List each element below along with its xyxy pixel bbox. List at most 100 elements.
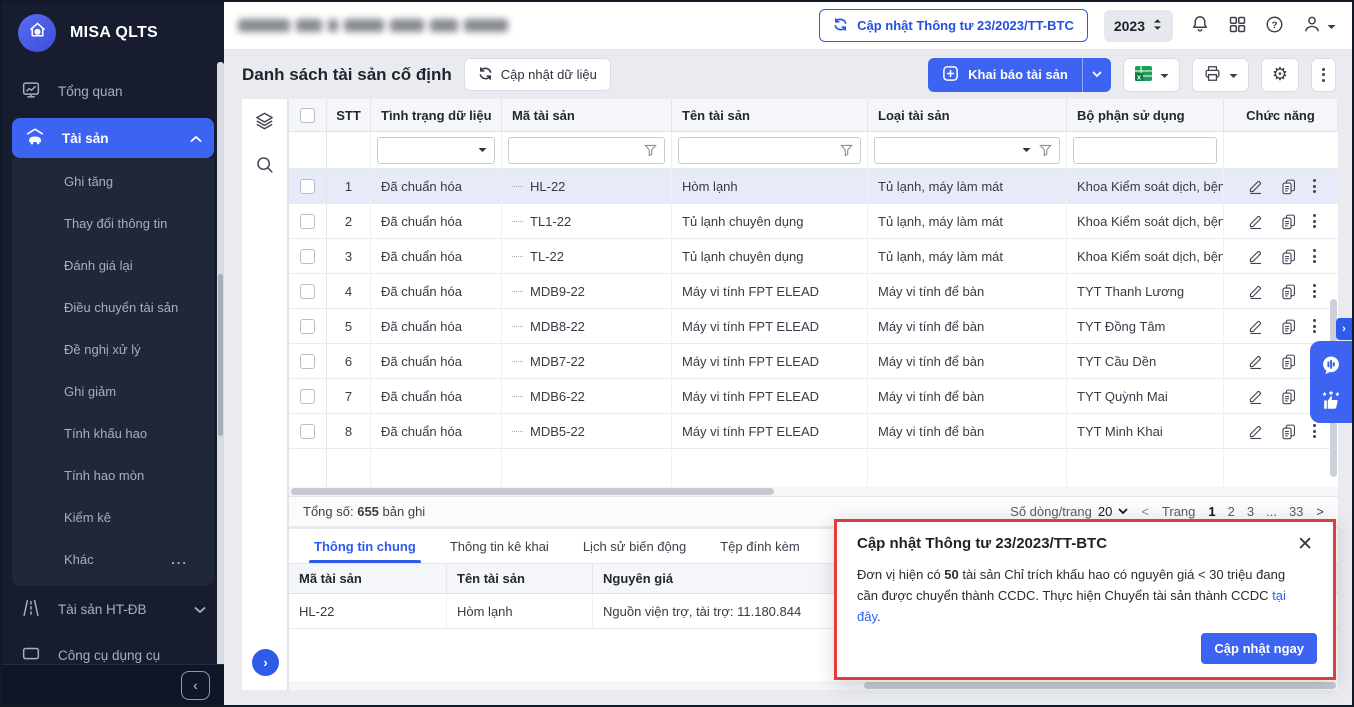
submenu-item[interactable]: Tính khấu hao [12,412,214,454]
export-excel-button[interactable]: x [1123,58,1180,92]
page-number[interactable]: 33 [1289,504,1303,519]
col-type[interactable]: Loại tài sản [868,99,1067,131]
detail-tab[interactable]: Lịch sử biến động [566,529,703,563]
col-name[interactable]: Tên tài sản [672,99,868,131]
row-checkbox[interactable] [289,309,327,343]
table-row[interactable]: 2 Đã chuẩn hóa TL1-22 Tủ lạnh chuyên dụn… [289,204,1338,239]
submenu-item[interactable]: Điều chuyển tài sản [12,286,214,328]
row-checkbox[interactable] [289,379,327,413]
declare-asset-dropdown[interactable] [1082,58,1111,92]
expand-panel-button[interactable]: › [252,649,279,676]
row-more-icon[interactable] [1313,214,1316,228]
row-more-icon[interactable] [1313,249,1316,263]
row-more-icon[interactable] [1313,179,1316,193]
sidebar-scrollbar[interactable] [217,62,224,685]
row-checkbox[interactable] [289,274,327,308]
col-stt[interactable]: STT [327,99,371,131]
prev-page-button[interactable]: < [1141,504,1149,519]
detail-horizontal-scrollbar[interactable] [289,681,1338,690]
detail-tab[interactable]: Thông tin kê khai [433,529,566,563]
page-number[interactable]: 3 [1247,504,1254,519]
rating-stars-icon[interactable] [1320,389,1342,411]
duplicate-icon[interactable] [1280,353,1297,370]
search-icon[interactable] [254,154,276,176]
duplicate-icon[interactable] [1280,248,1297,265]
col-department[interactable]: Bộ phận sử dụng [1067,99,1224,131]
row-more-icon[interactable] [1313,424,1316,438]
apps-grid-button[interactable] [1227,14,1248,38]
row-checkbox[interactable] [289,414,327,448]
sidebar-collapse-button[interactable]: ‹ [181,671,210,700]
table-row[interactable]: 3 Đã chuẩn hóa TL-22 Tủ lạnh chuyên dụng… [289,239,1338,274]
row-type: Máy vi tính để bàn [868,309,1067,343]
detail-tab[interactable]: Thông tin chung [297,529,433,563]
duplicate-icon[interactable] [1280,318,1297,335]
page-number[interactable]: 1 [1208,504,1215,519]
row-checkbox[interactable] [289,169,327,203]
help-button[interactable]: ? [1264,14,1285,38]
edit-icon[interactable] [1247,423,1264,440]
submenu-item[interactable]: Đề nghị xử lý [12,328,214,370]
status-filter-select[interactable] [377,137,495,164]
type-filter-select[interactable] [874,137,1060,164]
settings-button[interactable]: ⚙ [1261,58,1299,92]
submenu-item[interactable]: Khác... [12,538,214,580]
edit-icon[interactable] [1247,283,1264,300]
notifications-button[interactable] [1189,13,1211,38]
submenu-item[interactable]: Kiểm kê [12,496,214,538]
department-filter-input[interactable] [1073,137,1217,164]
next-page-button[interactable]: > [1316,504,1324,519]
table-row[interactable]: 1 Đã chuẩn hóa HL-22 Hòm lạnh Tủ lạnh, m… [289,169,1338,204]
row-checkbox[interactable] [289,344,327,378]
close-icon[interactable]: ✕ [1297,535,1313,554]
duplicate-icon[interactable] [1280,283,1297,300]
detail-tab[interactable]: Tệp đính kèm [703,529,817,563]
submenu-item[interactable]: Thay đổi thông tin [12,202,214,244]
sidebar-item-overview[interactable]: Tổng quan [2,68,224,114]
table-horizontal-scrollbar[interactable] [289,487,1338,496]
code-filter-input[interactable] [508,137,665,164]
edit-icon[interactable] [1247,388,1264,405]
table-row[interactable]: 5 Đã chuẩn hóa MDB8-22 Máy vi tính FPT E… [289,309,1338,344]
duplicate-icon[interactable] [1280,388,1297,405]
duplicate-icon[interactable] [1280,213,1297,230]
row-checkbox[interactable] [289,239,327,273]
rows-per-page[interactable]: Số dòng/trang 20 [1010,504,1128,519]
submenu-item[interactable]: Đánh giá lại [12,244,214,286]
col-code[interactable]: Mã tài sản [502,99,672,131]
duplicate-icon[interactable] [1280,178,1297,195]
edit-icon[interactable] [1247,213,1264,230]
sidebar-item-assets[interactable]: Tài sản [12,118,214,158]
print-button[interactable] [1192,58,1249,92]
refresh-data-button[interactable]: Cập nhật dữ liệu [464,58,611,91]
side-drawer-toggle[interactable]: › [1336,318,1352,340]
layers-icon[interactable] [253,110,276,133]
chat-icon[interactable] [1320,354,1342,376]
edit-icon[interactable] [1247,248,1264,265]
row-checkbox[interactable] [289,204,327,238]
row-more-icon[interactable] [1313,319,1316,333]
submenu-item[interactable]: Tính hao mòn [12,454,214,496]
table-row[interactable]: 8 Đã chuẩn hóa MDB5-22 Máy vi tính FPT E… [289,414,1338,449]
declare-asset-button[interactable]: Khai báo tài sản [928,58,1082,92]
year-selector[interactable]: 2023 [1104,10,1173,42]
update-now-button[interactable]: Cập nhật ngay [1201,633,1317,664]
more-options-button[interactable] [1311,58,1336,92]
duplicate-icon[interactable] [1280,423,1297,440]
name-filter-input[interactable] [678,137,861,164]
edit-icon[interactable] [1247,318,1264,335]
sidebar-item-infrastructure-assets[interactable]: Tài sản HT-ĐB [2,586,224,632]
page-number[interactable]: 2 [1228,504,1235,519]
edit-icon[interactable] [1247,353,1264,370]
submenu-item[interactable]: Ghi tăng [12,160,214,202]
select-all-checkbox[interactable] [289,99,327,131]
user-menu-button[interactable] [1301,13,1336,38]
submenu-item[interactable]: Ghi giảm [12,370,214,412]
table-row[interactable]: 7 Đã chuẩn hóa MDB6-22 Máy vi tính FPT E… [289,379,1338,414]
update-circular-button[interactable]: Cập nhật Thông tư 23/2023/TT-BTC [819,9,1088,42]
row-more-icon[interactable] [1313,284,1316,298]
edit-icon[interactable] [1247,178,1264,195]
col-status[interactable]: Tình trạng dữ liệu [371,99,502,131]
table-row[interactable]: 6 Đã chuẩn hóa MDB7-22 Máy vi tính FPT E… [289,344,1338,379]
table-row[interactable]: 4 Đã chuẩn hóa MDB9-22 Máy vi tính FPT E… [289,274,1338,309]
